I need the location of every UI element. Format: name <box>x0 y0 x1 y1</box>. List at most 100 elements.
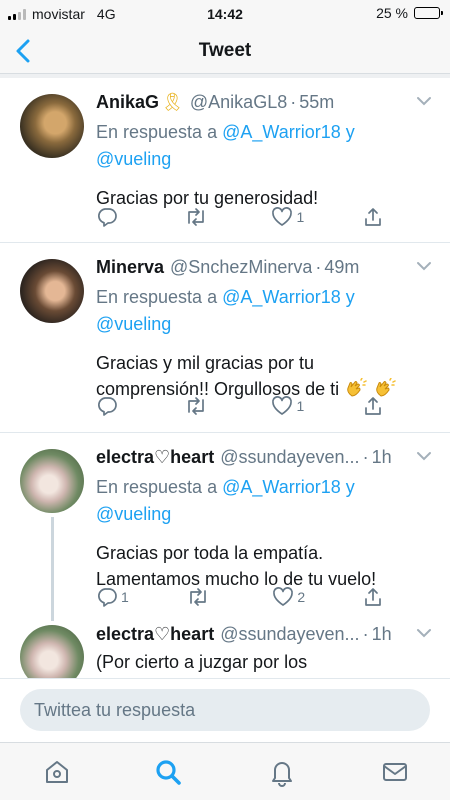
reply-context: En respuesta a @A_Warrior18 y @vueling <box>96 474 432 528</box>
tweet-header: electra♡heart @ssundayeven... · 1h <box>96 446 432 468</box>
tweet-header: AnikaG 🎗 @AnikaGL8 · 55m <box>96 91 432 113</box>
reply-button[interactable] <box>96 206 126 228</box>
tab-bar <box>0 742 450 800</box>
nav-bar: Tweet <box>0 28 450 74</box>
messages-icon <box>383 763 407 781</box>
tweet-time: 1h <box>371 447 392 467</box>
avatar[interactable] <box>20 259 84 323</box>
author-handle: @SnchezMinerva <box>170 257 313 277</box>
tweet-actions: 1 <box>96 395 392 417</box>
tweet-feed[interactable]: AnikaG 🎗 @AnikaGL8 · 55m En respuesta a … <box>0 78 450 678</box>
retweet-button[interactable] <box>186 586 216 608</box>
avatar[interactable] <box>20 625 84 678</box>
like-count: 1 <box>296 398 305 414</box>
separator: · <box>315 257 322 277</box>
retweet-icon <box>187 397 204 415</box>
reply-user-link[interactable]: @A_Warrior18 <box>222 122 341 142</box>
share-icon <box>365 588 381 606</box>
reply-input[interactable] <box>20 689 430 731</box>
reply-button[interactable]: 1 <box>96 586 129 608</box>
reply-and: y <box>345 287 355 307</box>
reply-user-link[interactable]: @vueling <box>96 314 171 334</box>
retweet-button[interactable] <box>184 395 214 417</box>
status-bar: movistar 4G 14:42 25 % <box>0 0 450 28</box>
like-count: 1 <box>296 209 305 225</box>
share-button[interactable] <box>362 586 392 608</box>
tweet-text: (Por cierto a juzgar por los <box>96 652 308 672</box>
reply-user-link[interactable]: @vueling <box>96 149 171 169</box>
reply-context: En respuesta a @A_Warrior18 y @vueling <box>96 119 432 173</box>
page-title: Tweet <box>198 40 252 61</box>
reply-and: y <box>345 477 355 497</box>
like-count: 2 <box>297 589 306 605</box>
home-icon <box>46 761 68 783</box>
tweet-actions: 1 <box>96 206 392 228</box>
reply-prefix: En respuesta a <box>96 477 218 497</box>
like-button[interactable]: 1 <box>271 395 304 417</box>
share-icon <box>365 208 381 226</box>
tweet-item[interactable]: electra♡heart @ssundayeven... · 1h (Por … <box>0 621 450 678</box>
tab-messages[interactable] <box>380 757 410 787</box>
share-button[interactable] <box>362 206 392 228</box>
chevron-down-icon[interactable] <box>416 95 432 107</box>
heart-icon <box>272 396 293 415</box>
heart-icon <box>272 207 293 226</box>
author-name[interactable]: electra♡heart <box>96 446 214 468</box>
share-icon <box>365 397 381 415</box>
notifications-icon <box>272 762 292 787</box>
reply-compose-bar <box>0 678 450 742</box>
author-name[interactable]: electra♡heart <box>96 623 214 645</box>
tweet-text-line: Gracias y mil gracias por tu <box>96 353 315 373</box>
reply-icon <box>98 208 117 227</box>
tweet-time: 1h <box>371 624 392 644</box>
retweet-icon <box>187 208 204 226</box>
separator: · <box>362 447 369 467</box>
thread-connector <box>51 517 54 621</box>
chevron-down-icon[interactable] <box>416 450 432 462</box>
tweet-text-line: Gracias por toda la empatía. <box>96 543 324 563</box>
ribbon-icon: 🎗 <box>161 92 184 112</box>
separator: · <box>362 624 369 644</box>
reply-icon <box>98 397 117 416</box>
reply-user-link[interactable]: @vueling <box>96 504 171 524</box>
reply-user-link[interactable]: @A_Warrior18 <box>222 287 341 307</box>
avatar[interactable] <box>20 449 84 513</box>
author-handle: @AnikaGL8 <box>189 92 288 112</box>
tab-search[interactable] <box>153 757 183 787</box>
tweet-time: 55m <box>299 92 335 112</box>
reply-prefix: En respuesta a <box>96 122 218 142</box>
author-name[interactable]: AnikaG <box>96 91 159 113</box>
tweet-header: Minerva @SnchezMinerva · 49m <box>96 256 432 278</box>
share-button[interactable] <box>362 395 392 417</box>
like-button[interactable]: 1 <box>271 206 304 228</box>
reply-icon <box>98 588 117 607</box>
battery-info: 25 % <box>376 5 443 21</box>
reply-and: y <box>345 122 355 142</box>
reply-context: En respuesta a @A_Warrior18 y @vueling <box>96 284 432 338</box>
tweet-text: Gracias por toda la empatía. Lamentamos … <box>96 540 432 592</box>
chevron-down-icon[interactable] <box>416 260 432 272</box>
tweet-item[interactable]: electra♡heart @ssundayeven... · 1h En re… <box>0 433 450 621</box>
separator: · <box>290 92 297 112</box>
reply-count: 1 <box>121 589 129 605</box>
tweet-item[interactable]: Minerva @SnchezMinerva · 49m En respuest… <box>0 243 450 433</box>
reply-button[interactable] <box>96 395 126 417</box>
battery-icon <box>414 7 443 19</box>
heart-icon <box>273 587 294 606</box>
tab-notifications[interactable] <box>267 757 297 787</box>
retweet-icon <box>189 588 206 606</box>
author-name[interactable]: Minerva <box>96 256 164 278</box>
tab-home[interactable] <box>42 757 72 787</box>
chevron-down-icon[interactable] <box>416 627 432 639</box>
avatar[interactable] <box>20 94 84 158</box>
like-button[interactable]: 2 <box>272 586 305 608</box>
tweet-header: electra♡heart @ssundayeven... · 1h <box>96 623 432 645</box>
search-icon <box>156 760 181 785</box>
retweet-button[interactable] <box>184 206 214 228</box>
tweet-time: 49m <box>324 257 360 277</box>
author-handle: @ssundayeven... <box>220 624 360 644</box>
tweet-item[interactable]: AnikaG 🎗 @AnikaGL8 · 55m En respuesta a … <box>0 78 450 243</box>
battery-percent: 25 % <box>376 5 408 21</box>
reply-user-link[interactable]: @A_Warrior18 <box>222 477 341 497</box>
author-handle: @ssundayeven... <box>220 447 360 467</box>
